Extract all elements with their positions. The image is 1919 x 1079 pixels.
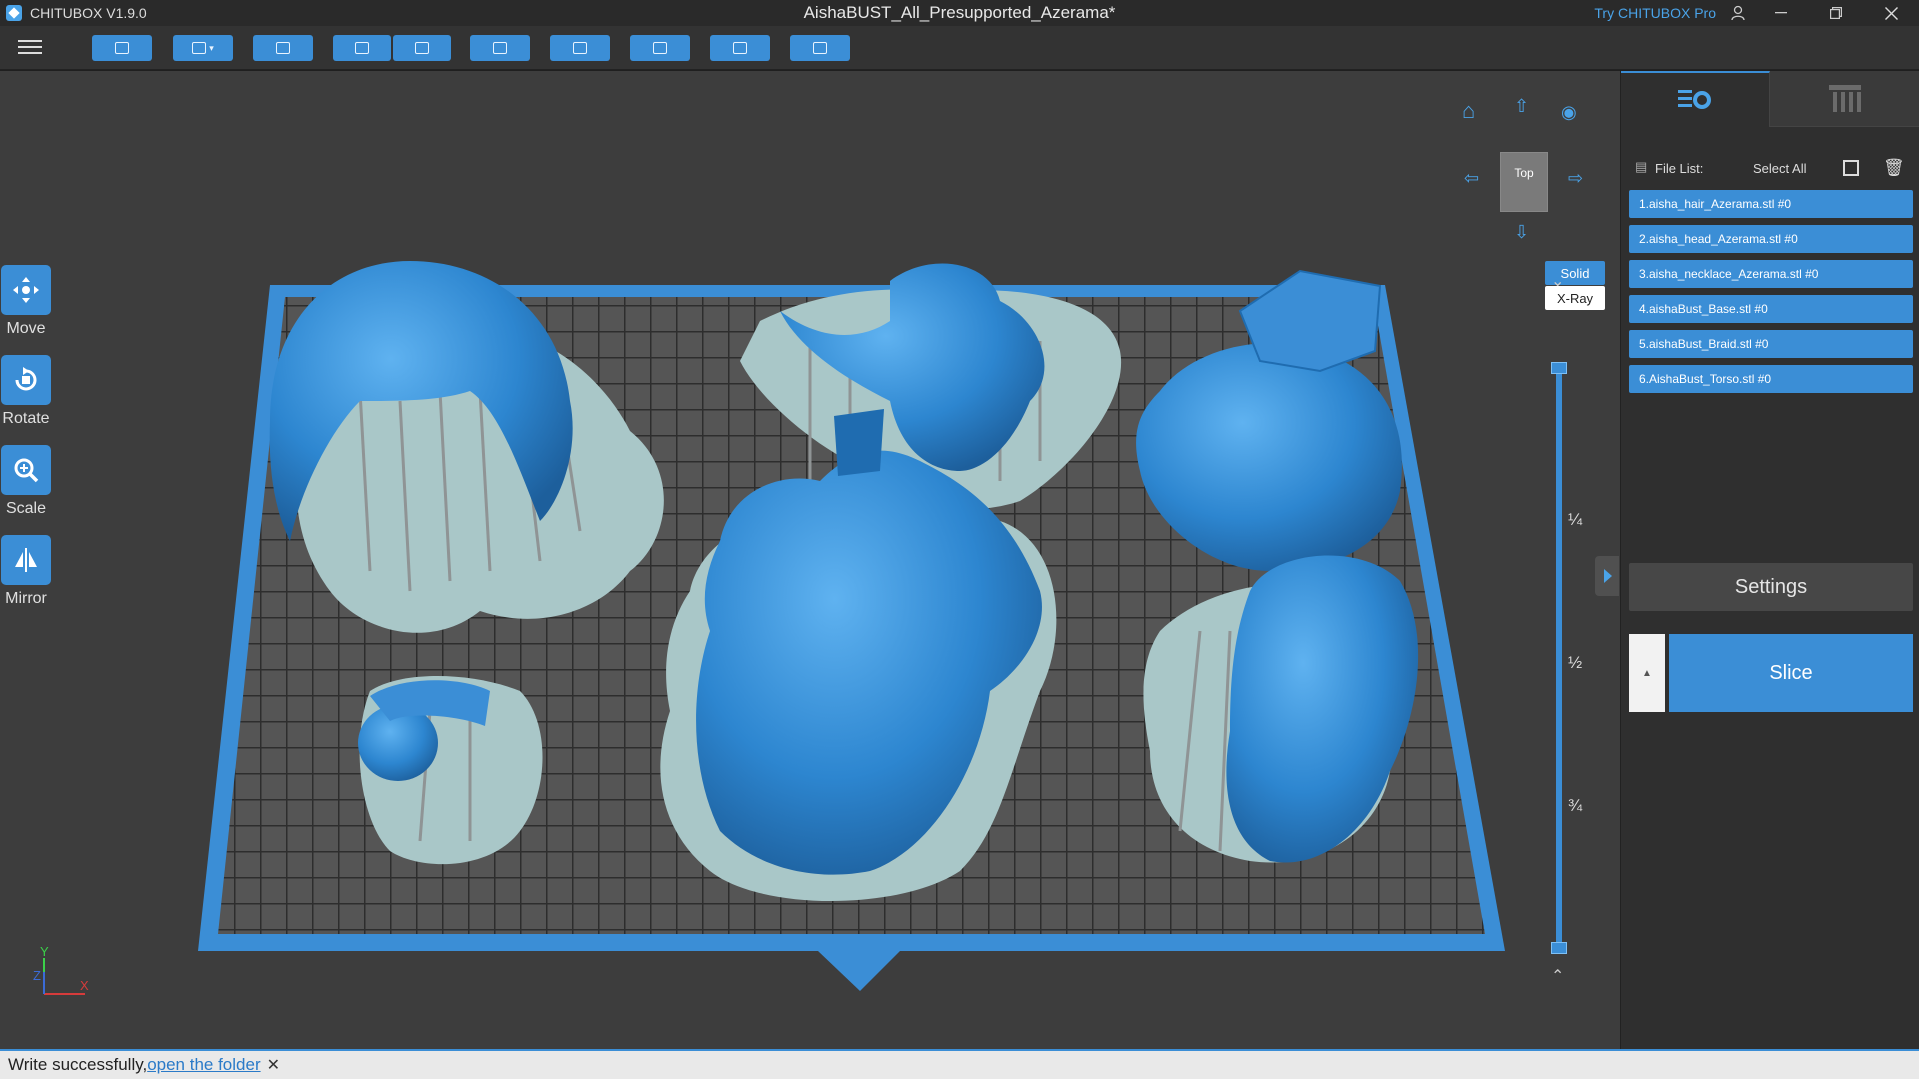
slice-button[interactable]: Slice [1669,634,1913,712]
redo-icon [415,42,429,54]
auto-layout-icon [276,42,290,54]
build-plate-scene[interactable] [0,71,1620,1049]
undo-button[interactable] [333,35,391,61]
eye-icon[interactable]: ◉ [1561,101,1577,123]
home-view-icon[interactable]: ⌂ [1462,100,1475,122]
layer-slider-bottom-handle[interactable] [1551,942,1567,954]
duplicate-icon [573,42,587,54]
open-file-button[interactable] [92,35,152,61]
close-button[interactable] [1868,0,1914,26]
view-up-arrow-icon[interactable]: ⇧ [1514,95,1529,117]
scale-tool[interactable]: Scale [0,445,52,518]
view-right-arrow-icon[interactable]: ⇨ [1568,167,1583,189]
main-toolbar: ▾ [0,26,1919,70]
slider-mark-three-quarters: ¾ [1568,796,1583,815]
status-bar: Write successfully, open the folder ✕ [0,1049,1919,1079]
panel-collapse-arrow-icon[interactable] [1595,556,1619,596]
layer-slider-top-handle[interactable] [1551,362,1567,374]
save-button[interactable]: ▾ [173,35,233,61]
torso-socket [834,409,884,476]
move-tool[interactable]: Move [0,265,52,338]
open-folder-link[interactable]: open the folder [147,1055,260,1075]
duplicate-button[interactable] [550,35,610,61]
file-list-item[interactable]: 6.AishaBust_Torso.stl #0 [1629,365,1913,393]
dig-hole-icon [813,42,827,54]
axis-z-label: Z [33,968,41,983]
move-icon[interactable] [1,265,51,315]
undo-icon [355,42,369,54]
axis-indicator: Y Z X [33,946,89,995]
tab-support[interactable] [1770,71,1919,127]
view-cube[interactable]: Top [1500,152,1548,212]
app-name: CHITUBOX V1.9.0 [30,5,147,21]
view-down-arrow-icon[interactable]: ⇩ [1514,221,1529,243]
caret-up-icon: ▲ [1642,667,1652,679]
layer-slider-track[interactable] [1556,366,1562,946]
panel-tabs [1621,71,1919,127]
chitubox-logo-icon [6,5,22,21]
rotate-tool[interactable]: Rotate [0,355,52,428]
dig-hole-button[interactable] [790,35,850,61]
save-icon [192,42,207,54]
folder-icon [115,42,129,54]
view-left-arrow-icon[interactable]: ⇦ [1464,167,1479,189]
view-cube-label: Top [1514,166,1534,180]
file-list-label: File List: [1655,161,1704,176]
close-status-icon[interactable]: ✕ [267,1055,280,1075]
support-button[interactable] [630,35,690,61]
file-list-item[interactable]: 5.aishaBust_Braid.stl #0 [1629,330,1913,358]
chevron-down-icon: ▾ [209,42,214,53]
slider-up-chevron-icon[interactable]: ⌃ [1551,966,1564,986]
mirror-icon[interactable] [1,535,51,585]
mirror-label: Mirror [5,590,47,607]
delete-trash-icon[interactable]: 🗑 [1883,158,1905,178]
layout-button[interactable] [470,35,530,61]
auto-layout-button[interactable] [253,35,313,61]
select-all-checkbox[interactable] [1843,160,1859,176]
3d-viewport[interactable]: Move Rotate Scale Mirror ⌂ ⇧ ◉ ⇦ ⇨ ⇩ Top… [0,71,1620,1049]
settings-list-icon [1678,90,1711,109]
rotate-label: Rotate [2,410,50,427]
file-list-header: ▤ File List: Select All 🗑 [1633,158,1909,179]
minimize-button[interactable] [1758,0,1804,26]
file-list-item[interactable]: 4.aishaBust_Base.stl #0 [1629,295,1913,323]
mirror-tool[interactable]: Mirror [0,535,52,608]
axis-y-label: Y [40,946,49,959]
rotate-icon[interactable] [1,355,51,405]
scale-icon[interactable] [1,445,51,495]
select-all-label: Select All [1753,161,1807,176]
file-list-icon: ▤ [1635,159,1648,174]
slice-options-button[interactable]: ▲ [1629,634,1665,712]
restore-button[interactable] [1813,0,1859,26]
user-icon[interactable] [1715,0,1761,26]
plate-front-marker [818,951,900,991]
move-label: Move [6,320,46,337]
slider-mark-half: ½ [1568,653,1583,672]
slider-down-chevron-icon[interactable]: ⌄ [1551,271,1564,291]
settings-button[interactable]: Settings [1629,563,1913,611]
file-list-item[interactable]: 2.aisha_head_Azerama.stl #0 [1629,225,1913,253]
try-pro-link[interactable]: Try CHITUBOX Pro [1594,5,1716,21]
support-icon [653,42,667,54]
tab-model-settings[interactable] [1621,71,1770,127]
axis-x-label: X [80,978,89,993]
layout-icon [493,42,507,54]
status-message: Write successfully, [8,1055,148,1074]
support-pillars-icon [1829,84,1861,112]
title-bar: CHITUBOX V1.9.0 AishaBUST_All_Presupport… [0,0,1919,26]
hamburger-menu-icon[interactable] [18,36,42,58]
slider-mark-quarter: ¼ [1568,510,1583,529]
right-panel: ▤ File List: Select All 🗑 1.aisha_hair_A… [1620,71,1919,1049]
file-list-item[interactable]: 1.aisha_hair_Azerama.stl #0 [1629,190,1913,218]
hollow-button[interactable] [710,35,770,61]
scale-label: Scale [5,500,47,517]
file-list-item[interactable]: 3.aisha_necklace_Azerama.stl #0 [1629,260,1913,288]
redo-button[interactable] [393,35,451,61]
hollow-icon [733,42,747,54]
